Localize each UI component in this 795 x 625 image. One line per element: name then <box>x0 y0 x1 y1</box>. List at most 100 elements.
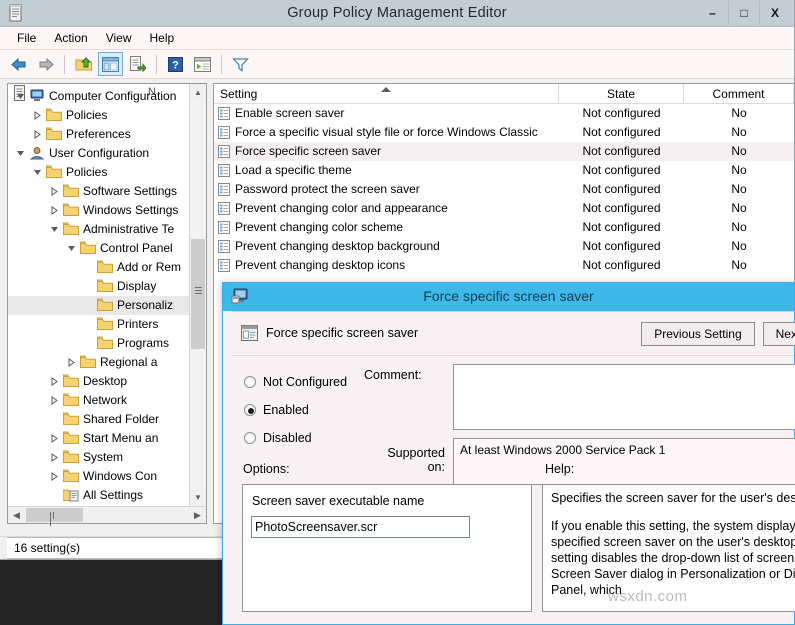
cell-setting: Prevent changing color scheme <box>214 218 559 237</box>
menu-action[interactable]: Action <box>45 29 96 47</box>
tree-hscrollbar-thumb[interactable] <box>26 508 83 522</box>
tree-node[interactable]: Software Settings <box>8 182 191 201</box>
cell-state: Not configured <box>559 180 684 199</box>
table-row[interactable]: Prevent changing color schemeNot configu… <box>214 218 794 237</box>
dialog-panes: Screen saver executable name Specifies t… <box>232 484 794 612</box>
column-header-state[interactable]: State <box>559 84 684 104</box>
tree-node[interactable]: System <box>8 448 191 467</box>
expand-collapse-icon[interactable] <box>50 434 59 443</box>
cell-setting: Force specific screen saver <box>214 142 559 161</box>
table-row[interactable]: Force a specific visual style file or fo… <box>214 123 794 142</box>
scroll-down-icon[interactable]: ▼ <box>190 489 206 506</box>
tree-node[interactable]: Shared Folder <box>8 410 191 429</box>
setting-icon <box>240 324 259 342</box>
tree-vscrollbar-thumb[interactable] <box>191 239 205 349</box>
column-header-comment[interactable]: Comment <box>684 84 794 104</box>
screen-saver-executable-label: Screen saver executable name <box>252 494 424 508</box>
expand-collapse-icon[interactable] <box>50 206 59 215</box>
minimize-button[interactable]: – <box>697 1 728 25</box>
close-button[interactable]: X <box>759 1 790 25</box>
options-label: Options: <box>243 462 290 476</box>
expand-collapse-icon[interactable] <box>67 358 76 367</box>
expand-collapse-icon[interactable] <box>16 149 25 158</box>
cell-setting: Load a specific theme <box>214 161 559 180</box>
radio-disabled[interactable]: Disabled <box>244 424 347 452</box>
cell-comment: No <box>684 180 794 199</box>
tree-node[interactable]: Control Panel <box>8 239 191 258</box>
tree-node[interactable]: Computer Configuration <box>8 87 191 106</box>
cell-comment: No <box>684 142 794 161</box>
menu-help[interactable]: Help <box>141 29 184 47</box>
tree-node[interactable]: Administrative Te <box>8 220 191 239</box>
scroll-left-icon[interactable]: ◀ <box>8 507 25 523</box>
tree-horizontal-scrollbar[interactable]: ◀ ▶ <box>8 506 206 523</box>
tree-node[interactable]: Printers <box>8 315 191 334</box>
up-folder-icon[interactable] <box>71 52 96 76</box>
tree-node[interactable]: Policies <box>8 163 191 182</box>
screen-saver-executable-input[interactable] <box>251 516 470 538</box>
tree-vertical-scrollbar[interactable]: ▲ ▼ <box>189 84 206 506</box>
show-hide-tree-icon[interactable] <box>98 52 123 76</box>
previous-setting-button[interactable]: Previous Setting <box>641 322 754 346</box>
export-list-icon[interactable] <box>125 52 150 76</box>
tree-node[interactable]: Display <box>8 277 191 296</box>
tree-node[interactable]: Windows Settings <box>8 201 191 220</box>
scroll-right-icon[interactable]: ▶ <box>189 507 206 523</box>
expand-collapse-icon[interactable] <box>33 130 42 139</box>
help-paragraph-2: If you enable this setting, the system d… <box>551 518 795 598</box>
tree-node[interactable]: Preferences <box>8 125 191 144</box>
cell-comment: No <box>684 218 794 237</box>
expand-collapse-icon[interactable] <box>50 396 59 405</box>
tree-node[interactable]: Policies <box>8 106 191 125</box>
menu-file[interactable]: File <box>8 29 45 47</box>
table-row[interactable]: Password protect the screen saver Not con… <box>214 180 794 199</box>
next-setting-button[interactable]: Next Setting <box>763 322 795 346</box>
tree-node[interactable]: Network <box>8 391 191 410</box>
expand-collapse-icon[interactable] <box>50 187 59 196</box>
maximize-button[interactable]: □ <box>728 1 759 25</box>
tree-node[interactable]: Windows Con <box>8 467 191 486</box>
scroll-up-icon[interactable]: ▲ <box>190 84 206 101</box>
console-tree-pane: N Computer ConfigurationPoliciesPreferen… <box>7 83 207 524</box>
expand-collapse-icon[interactable] <box>50 225 59 234</box>
cell-setting-label: Password protect the screen saver <box>235 180 420 199</box>
help-icon[interactable]: ? <box>163 52 188 76</box>
tree-node[interactable]: Programs <box>8 334 191 353</box>
expand-collapse-icon[interactable] <box>50 472 59 481</box>
table-row[interactable]: Prevent changing desktop iconsNot config… <box>214 256 794 275</box>
tree-node[interactable]: User Configuration <box>8 144 191 163</box>
cell-state: Not configured <box>559 237 684 256</box>
table-row[interactable]: Prevent changing color and appearanceNot… <box>214 199 794 218</box>
comment-label: Comment: <box>364 368 422 382</box>
cell-state: Not configured <box>559 218 684 237</box>
expand-collapse-icon[interactable] <box>67 244 76 253</box>
table-row[interactable]: Load a specific themeNot configuredNo <box>214 161 794 180</box>
tree-node[interactable]: Desktop <box>8 372 191 391</box>
tree-node[interactable]: Personaliz <box>8 296 191 315</box>
radio-not-configured[interactable]: Not Configured <box>244 368 347 396</box>
table-row[interactable]: Enable screen saverNot configuredNo <box>214 104 794 123</box>
menu-view[interactable]: View <box>97 29 141 47</box>
back-icon[interactable] <box>6 52 31 76</box>
radio-not-configured-indicator <box>244 376 256 388</box>
filter-icon[interactable] <box>228 52 253 76</box>
tree-node[interactable]: Add or Rem <box>8 258 191 277</box>
expand-collapse-icon[interactable] <box>33 168 42 177</box>
table-row[interactable]: Prevent changing desktop backgroundNot c… <box>214 237 794 256</box>
expand-collapse-icon[interactable] <box>33 111 42 120</box>
forward-icon[interactable] <box>33 52 58 76</box>
column-header-state-label: State <box>607 87 635 101</box>
tree-node[interactable]: Regional a <box>8 353 191 372</box>
expand-collapse-icon[interactable] <box>50 453 59 462</box>
expand-collapse-icon[interactable] <box>16 92 25 101</box>
tree-node-label: Start Menu an <box>8 429 189 448</box>
properties-icon[interactable] <box>190 52 215 76</box>
comment-textarea[interactable] <box>453 364 795 430</box>
tree-node[interactable]: All Settings <box>8 486 191 505</box>
column-header-setting[interactable]: Setting <box>214 84 559 104</box>
expand-collapse-icon[interactable] <box>50 377 59 386</box>
radio-enabled[interactable]: Enabled <box>244 396 347 424</box>
tree-node-list[interactable]: Computer ConfigurationPoliciesPreference… <box>8 84 191 506</box>
table-row[interactable]: Force specific screen saverNot configure… <box>214 142 794 161</box>
tree-node[interactable]: Start Menu an <box>8 429 191 448</box>
